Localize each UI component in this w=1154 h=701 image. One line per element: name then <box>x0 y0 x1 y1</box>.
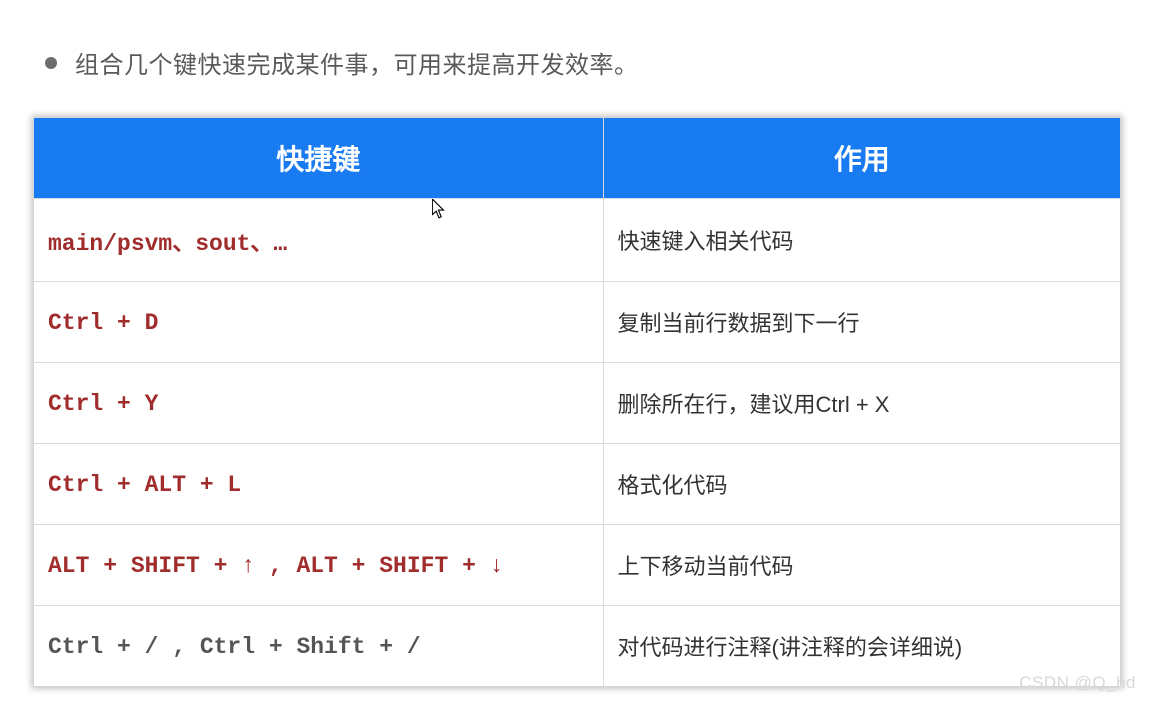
bullet-text: 组合几个键快速完成某件事，可用来提高开发效率。 <box>75 45 639 80</box>
shortcut-text: Ctrl + D <box>48 310 158 336</box>
table-row: Ctrl + / , Ctrl + Shift + /对代码进行注释(讲注释的会… <box>34 606 1120 687</box>
cell-shortcut: ALT + SHIFT + ↑ , ALT + SHIFT + ↓ <box>34 525 603 606</box>
header-purpose: 作用 <box>603 118 1120 199</box>
cell-purpose: 删除所在行，建议用Ctrl + X <box>603 363 1120 444</box>
shortcut-text: Ctrl + ALT + L <box>48 472 241 498</box>
cell-purpose: 复制当前行数据到下一行 <box>603 282 1120 363</box>
table-row: Ctrl + D 复制当前行数据到下一行 <box>34 282 1120 363</box>
cell-shortcut: Ctrl + ALT + L <box>34 444 603 525</box>
shortcut-text: main/psvm、sout、… <box>48 231 287 257</box>
table-row: main/psvm、sout、… 快速键入相关代码 <box>34 199 1120 282</box>
header-shortcut: 快捷键 <box>34 118 603 199</box>
watermark: CSDN @Q_hd <box>1019 673 1136 693</box>
cell-purpose: 格式化代码 <box>603 444 1120 525</box>
table-header-row: 快捷键 作用 <box>34 118 1120 199</box>
cell-shortcut: Ctrl + D <box>34 282 603 363</box>
shortcuts-table-wrap: 快捷键 作用 main/psvm、sout、… 快速键入相关代码 Ctrl + D 复… <box>34 118 1120 686</box>
bullet-row: 组合几个键快速完成某件事，可用来提高开发效率。 <box>45 45 639 80</box>
table-row: Ctrl + Y 删除所在行，建议用Ctrl + X <box>34 363 1120 444</box>
cell-shortcut: Ctrl + Y <box>34 363 603 444</box>
shortcut-text: Ctrl + Y <box>48 391 158 417</box>
shortcuts-table: 快捷键 作用 main/psvm、sout、… 快速键入相关代码 Ctrl + D 复… <box>34 118 1120 686</box>
shortcut-text: ALT + SHIFT + ↑ , ALT + SHIFT + ↓ <box>48 553 503 579</box>
cell-shortcut: main/psvm、sout、… <box>34 199 603 282</box>
bullet-dot-icon <box>45 57 57 69</box>
cell-purpose: 快速键入相关代码 <box>603 199 1120 282</box>
table-row: ALT + SHIFT + ↑ , ALT + SHIFT + ↓ 上下移动当前代… <box>34 525 1120 606</box>
cell-shortcut: Ctrl + / , Ctrl + Shift + / <box>34 606 603 687</box>
cell-purpose: 上下移动当前代码 <box>603 525 1120 606</box>
table-row: Ctrl + ALT + L 格式化代码 <box>34 444 1120 525</box>
shortcut-text: Ctrl + / , Ctrl + Shift + / <box>48 634 421 660</box>
